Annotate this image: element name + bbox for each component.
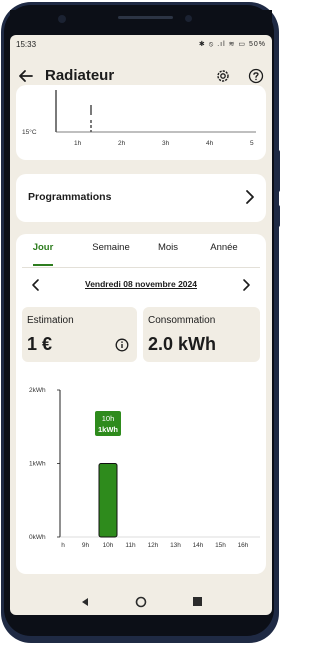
mini-chart-plot bbox=[55, 90, 256, 133]
x-tick-label: 10h bbox=[103, 542, 114, 549]
tab-semaine[interactable]: Semaine bbox=[86, 242, 136, 253]
estimation-value: 1 € bbox=[27, 334, 53, 354]
nav-back-icon[interactable] bbox=[80, 597, 90, 607]
bar bbox=[98, 463, 118, 538]
chevron-left-icon[interactable] bbox=[30, 278, 42, 292]
gear-icon[interactable] bbox=[215, 68, 231, 84]
top-bezel bbox=[10, 10, 272, 35]
estimation-label: Estimation bbox=[27, 315, 74, 326]
tab-annee[interactable]: Année bbox=[199, 242, 249, 253]
mini-chart-x-label: 5 bbox=[250, 140, 254, 147]
chevron-right-icon bbox=[246, 190, 254, 204]
date-selector: Vendredi 08 novembre 2024 bbox=[16, 276, 266, 294]
mini-chart-x-label: 4h bbox=[206, 140, 214, 147]
consommation-label: Consommation bbox=[148, 315, 216, 326]
x-tick-label: 11h bbox=[125, 542, 136, 549]
app-screen: 15:33 ✱ ⦸ .ıl ≋ ▭ 50% Radiateur 15°C 1h … bbox=[10, 35, 272, 615]
status-time: 15:33 bbox=[16, 40, 37, 49]
x-tick-label: 15h bbox=[215, 542, 226, 549]
front-camera-icon bbox=[58, 15, 66, 23]
status-icons: ✱ ⦸ .ıl ≋ ▭ 50% bbox=[198, 41, 266, 48]
active-tab-indicator bbox=[33, 264, 53, 266]
y-tick-label: 1kWh bbox=[29, 461, 46, 468]
estimation-box: Estimation 1 € bbox=[22, 307, 137, 362]
nav-recents-icon[interactable] bbox=[193, 597, 202, 606]
info-icon[interactable] bbox=[115, 338, 129, 352]
mini-chart-x-label: 3h bbox=[162, 140, 170, 147]
x-tick-label: 9h bbox=[82, 542, 90, 549]
temperature-chart-card: 15°C 1h 2h 3h 4h 5 bbox=[16, 85, 266, 160]
x-tick-label: 12h bbox=[148, 542, 159, 549]
programmations-label: Programmations bbox=[28, 191, 112, 203]
y-tick-label: 0kWh bbox=[29, 534, 46, 541]
tooltip-value: 1kWh bbox=[98, 425, 118, 434]
nav-home-icon[interactable] bbox=[135, 596, 147, 608]
consommation-value: 2.0 kWh bbox=[148, 334, 217, 354]
x-tick-label: 13h bbox=[170, 542, 181, 549]
consumption-bar-chart: 0kWh 1kWh 2kWh h 9h 10h 11h 12h 13h 14h 15h 16h 10h 1… bbox=[29, 387, 260, 549]
tab-mois[interactable]: Mois bbox=[143, 242, 193, 253]
selected-date[interactable]: Vendredi 08 novembre 2024 bbox=[76, 279, 206, 289]
consommation-box: Consommation 2.0 kWh bbox=[143, 307, 260, 362]
android-nav-bar bbox=[10, 590, 272, 615]
sensor-icon bbox=[185, 15, 192, 22]
mini-chart-x-label: 1h bbox=[74, 140, 82, 147]
x-tick-label: 14h bbox=[193, 542, 204, 549]
tab-jour[interactable]: Jour bbox=[18, 242, 68, 253]
earpiece-speaker bbox=[118, 16, 173, 19]
consumption-card: Jour Semaine Mois Année Vendredi 08 nove… bbox=[16, 234, 266, 574]
mini-chart-x-label: 2h bbox=[118, 140, 126, 147]
x-tick-label: h bbox=[61, 542, 65, 549]
tabs-divider bbox=[22, 267, 260, 268]
status-bar: 15:33 ✱ ⦸ .ıl ≋ ▭ 50% bbox=[10, 35, 272, 55]
x-tick-label: 16h bbox=[238, 542, 249, 549]
arrow-left-icon[interactable] bbox=[16, 66, 36, 86]
period-tabs: Jour Semaine Mois Année bbox=[16, 242, 266, 268]
y-tick-label: 2kWh bbox=[29, 387, 46, 394]
chevron-right-icon[interactable] bbox=[240, 278, 252, 292]
tooltip-hour: 10h bbox=[102, 414, 115, 423]
programmations-row[interactable]: Programmations bbox=[16, 174, 266, 222]
question-circle-icon[interactable] bbox=[248, 68, 264, 84]
page-title: Radiateur bbox=[45, 67, 115, 84]
